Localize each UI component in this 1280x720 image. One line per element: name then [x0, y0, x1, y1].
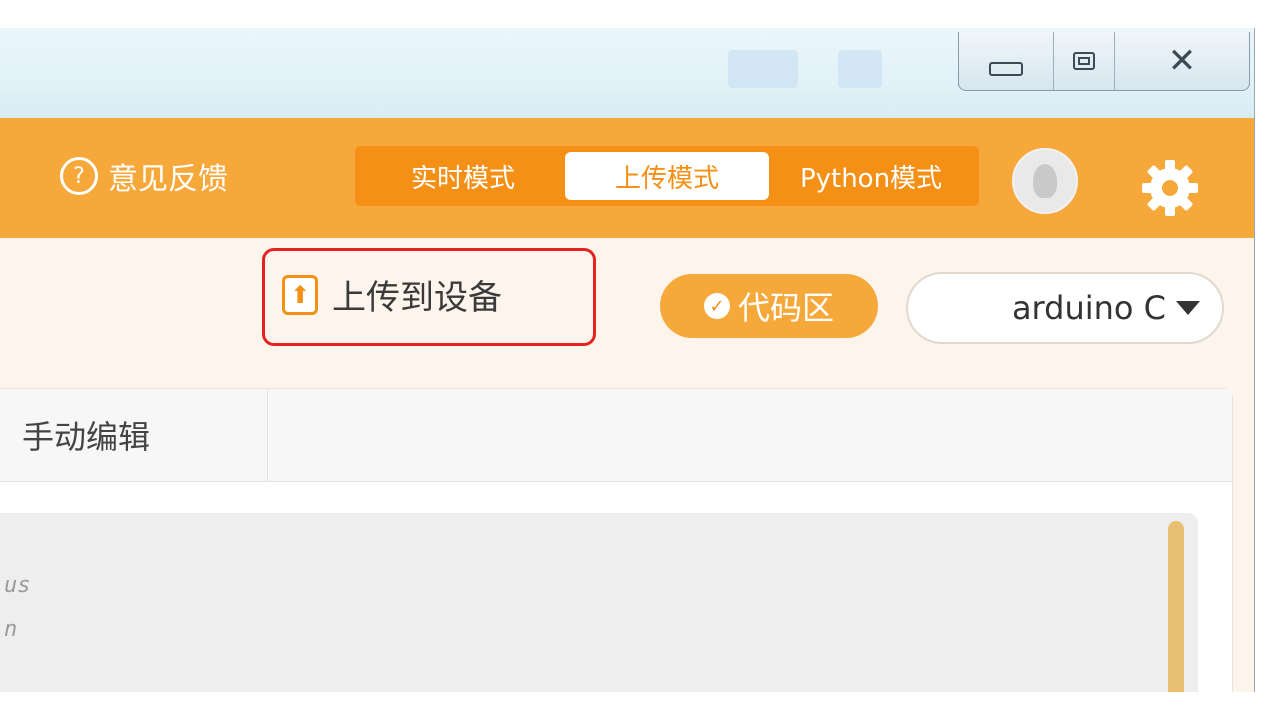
mode-switch: 实时模式 上传模式 Python模式: [355, 146, 979, 206]
tab-manual-edit[interactable]: 手动编辑: [0, 389, 268, 481]
code-toolbar: ⬆ 上传到设备 ✓ 代码区 arduino C: [0, 238, 1254, 388]
upload-arrow-icon: ⬆: [282, 274, 318, 315]
top-nav-bar: ? 意见反馈 实时模式 上传模式 Python模式: [0, 118, 1254, 238]
check-icon: ✓: [703, 293, 730, 319]
code-area-button[interactable]: ✓ 代码区: [660, 274, 878, 338]
window-controls: ✕: [958, 32, 1250, 91]
app-window: ✕ ? 意见反馈 实时模式 上传模式 Python模式 ⬆ 上传到设备 ✓ 代码…: [0, 28, 1255, 692]
maximize-button[interactable]: [1053, 32, 1114, 90]
maximize-icon: [1073, 52, 1095, 70]
mode-realtime[interactable]: 实时模式: [361, 152, 565, 200]
minimize-button[interactable]: [959, 32, 1053, 90]
upload-to-device-button[interactable]: ⬆ 上传到设备: [282, 270, 502, 319]
upload-label: 上传到设备: [332, 278, 502, 318]
editor-scrollbar[interactable]: [1168, 521, 1184, 692]
language-value: arduino C: [1011, 289, 1166, 327]
code-line-fragment: us: [4, 573, 31, 598]
editor-tab-bar: 手动编辑: [0, 389, 1232, 482]
code-area-label: 代码区: [737, 289, 834, 327]
editor-panel: 手动编辑 us n: [0, 388, 1233, 692]
gear-icon[interactable]: [1138, 156, 1202, 220]
code-editor[interactable]: us n: [0, 513, 1198, 692]
code-line-fragment: n: [4, 617, 18, 642]
avatar[interactable]: [1012, 148, 1078, 214]
close-button[interactable]: ✕: [1114, 32, 1249, 90]
mode-python[interactable]: Python模式: [769, 152, 973, 200]
language-select[interactable]: arduino C: [906, 272, 1224, 344]
feedback-label: 意见反馈: [108, 162, 228, 197]
question-icon: ?: [60, 157, 98, 195]
close-icon: ✕: [1167, 41, 1197, 81]
chevron-down-icon: [1176, 301, 1200, 315]
tab-manual-edit-label: 手动编辑: [22, 418, 151, 456]
feedback-button[interactable]: ? 意见反馈: [60, 154, 228, 198]
taskbar-blur-icon: [838, 50, 882, 88]
avatar-user-icon: [1033, 164, 1057, 198]
title-bar[interactable]: ✕: [0, 28, 1254, 118]
taskbar-blur-icon: [728, 50, 798, 88]
mode-upload[interactable]: 上传模式: [565, 152, 769, 200]
minimize-icon: [989, 62, 1023, 76]
